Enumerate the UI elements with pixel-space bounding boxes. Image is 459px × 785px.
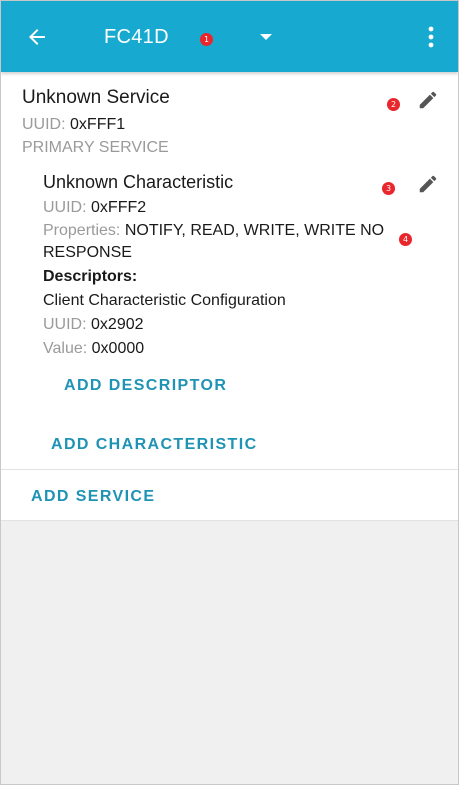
add-descriptor-button[interactable]: ADD DESCRIPTOR: [64, 376, 227, 396]
add-characteristic-button[interactable]: ADD CHARACTERISTIC: [51, 435, 258, 455]
device-title: FC41D: [104, 26, 169, 48]
app-bar: FC41D: [1, 1, 458, 72]
descriptor-uuid-label: UUID:: [43, 316, 87, 333]
characteristic-uuid-value: 0xFFF2: [91, 199, 147, 216]
divider: [1, 520, 458, 521]
edit-service-button[interactable]: [414, 86, 442, 114]
characteristic-properties-label: Properties:: [43, 222, 121, 239]
marker-2: 2: [387, 98, 400, 111]
arrow-back-icon: [29, 29, 45, 45]
overflow-menu-button[interactable]: [419, 19, 443, 55]
descriptor-value: Value: 0x0000: [43, 339, 144, 359]
descriptor-uuid-value: 0x2902: [91, 316, 144, 333]
characteristic-properties-value: NOTIFY, READ, WRITE, WRITE NO: [124, 222, 385, 239]
descriptor-uuid: UUID: 0x2902: [43, 315, 144, 335]
descriptors-heading: Descriptors:: [43, 268, 138, 285]
pencil-icon: [419, 175, 437, 193]
services-list: Unknown Service UUID: 0xFFF1 PRIMARY SER…: [1, 72, 458, 521]
characteristic-name: Unknown Characteristic: [43, 172, 234, 192]
caret-down-icon: [260, 34, 272, 40]
marker-1: 1: [200, 33, 213, 46]
marker-4: 4: [399, 233, 412, 246]
service-uuid-value: 0xFFF1: [70, 116, 126, 133]
add-service-button[interactable]: ADD SERVICE: [31, 487, 155, 507]
pencil-icon: [419, 91, 437, 109]
characteristic-uuid-label: UUID:: [43, 199, 87, 216]
characteristic-uuid: UUID: 0xFFF2: [43, 198, 146, 218]
characteristic-properties-continued: RESPONSE: [43, 244, 132, 261]
more-vert-icon: [428, 26, 434, 48]
descriptor-value-value: 0x0000: [91, 340, 145, 357]
service-uuid-label: UUID:: [22, 116, 66, 133]
divider: [1, 469, 458, 470]
back-button[interactable]: [17, 19, 57, 55]
device-dropdown-button[interactable]: [253, 27, 279, 47]
edit-characteristic-button[interactable]: [414, 170, 442, 198]
characteristic-properties: Properties: NOTIFY, READ, WRITE, WRITE N…: [43, 221, 384, 241]
app-screen: FC41D 1 2 3 4 Unknown Service UUID: 0xFF…: [0, 0, 459, 785]
descriptor-name: Client Characteristic Configuration: [43, 292, 286, 309]
service-name: Unknown Service: [22, 87, 170, 108]
service-uuid: UUID: 0xFFF1: [22, 115, 125, 135]
descriptor-value-label: Value:: [43, 340, 88, 357]
service-type: PRIMARY SERVICE: [22, 139, 169, 156]
marker-3: 3: [382, 182, 395, 195]
